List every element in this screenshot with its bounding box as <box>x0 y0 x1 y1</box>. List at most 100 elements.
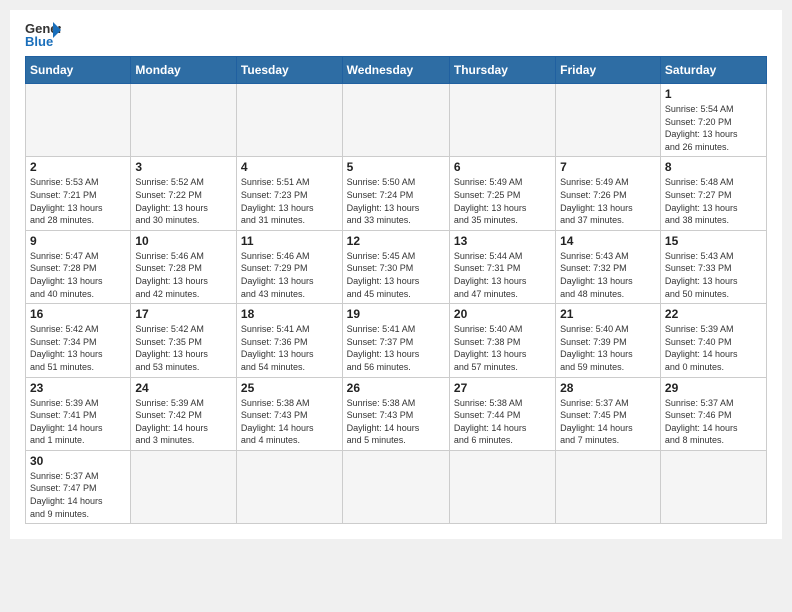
calendar-cell: 29Sunrise: 5:37 AM Sunset: 7:46 PM Dayli… <box>660 377 766 450</box>
day-info: Sunrise: 5:38 AM Sunset: 7:44 PM Dayligh… <box>454 397 551 447</box>
day-number: 4 <box>241 160 338 174</box>
day-number: 26 <box>347 381 445 395</box>
calendar-cell: 28 Sunrise: 5:37 AM Sunset: 7:45 PM Dayli… <box>556 377 661 450</box>
calendar-cell: 19 Sunrise: 5:41 AM Sunset: 7:37 PM Dayli… <box>342 304 449 377</box>
day-info: Sunrise: 5:53 AM Sunset: 7:21 PM Dayligh… <box>30 176 126 226</box>
calendar-cell: 8Sunrise: 5:48 AM Sunset: 7:27 PM Daylig… <box>660 157 766 230</box>
calendar-cell: 18 Sunrise: 5:41 AM Sunset: 7:36 PM Dayli… <box>236 304 342 377</box>
weekday-header-sunday: Sunday <box>26 57 131 84</box>
weekday-header-wednesday: Wednesday <box>342 57 449 84</box>
day-number: 7 <box>560 160 656 174</box>
calendar-cell: 27 Sunrise: 5:38 AM Sunset: 7:44 PM Dayli… <box>449 377 555 450</box>
day-info: Sunrise: 5:49 AM Sunset: 7:26 PM Dayligh… <box>560 176 656 226</box>
calendar-cell: 13 Sunrise: 5:44 AM Sunset: 7:31 PM Dayli… <box>449 230 555 303</box>
day-info: Sunrise: 5:37 AM Sunset: 7:47 PM Dayligh… <box>30 470 126 520</box>
calendar-week-3: 9Sunrise: 5:47 AM Sunset: 7:28 PM Daylig… <box>26 230 767 303</box>
calendar-week-1: 1 Sunrise: 5:54 AM Sunset: 7:20 PM Daylig… <box>26 84 767 157</box>
calendar-cell: 16 Sunrise: 5:42 AM Sunset: 7:34 PM Dayli… <box>26 304 131 377</box>
day-info: Sunrise: 5:42 AM Sunset: 7:35 PM Dayligh… <box>135 323 232 373</box>
day-number: 25 <box>241 381 338 395</box>
calendar-table: SundayMondayTuesdayWednesdayThursdayFrid… <box>25 56 767 524</box>
calendar-cell <box>26 84 131 157</box>
day-number: 21 <box>560 307 656 321</box>
day-number: 14 <box>560 234 656 248</box>
calendar-cell <box>449 84 555 157</box>
calendar-cell: 6 Sunrise: 5:49 AM Sunset: 7:25 PM Daylig… <box>449 157 555 230</box>
calendar-week-5: 23Sunrise: 5:39 AM Sunset: 7:41 PM Dayli… <box>26 377 767 450</box>
calendar-week-6: 30 Sunrise: 5:37 AM Sunset: 7:47 PM Dayli… <box>26 450 767 523</box>
calendar-cell <box>236 84 342 157</box>
logo-icon: General Blue <box>25 20 61 48</box>
day-info: Sunrise: 5:38 AM Sunset: 7:43 PM Dayligh… <box>347 397 445 447</box>
calendar-cell: 22Sunrise: 5:39 AM Sunset: 7:40 PM Dayli… <box>660 304 766 377</box>
weekday-header-thursday: Thursday <box>449 57 555 84</box>
day-info: Sunrise: 5:41 AM Sunset: 7:37 PM Dayligh… <box>347 323 445 373</box>
day-info: Sunrise: 5:37 AM Sunset: 7:46 PM Dayligh… <box>665 397 762 447</box>
calendar-cell: 20Sunrise: 5:40 AM Sunset: 7:38 PM Dayli… <box>449 304 555 377</box>
day-number: 22 <box>665 307 762 321</box>
calendar-cell <box>556 450 661 523</box>
calendar-cell: 9Sunrise: 5:47 AM Sunset: 7:28 PM Daylig… <box>26 230 131 303</box>
day-number: 5 <box>347 160 445 174</box>
weekday-header-saturday: Saturday <box>660 57 766 84</box>
calendar-cell: 14 Sunrise: 5:43 AM Sunset: 7:32 PM Dayli… <box>556 230 661 303</box>
day-info: Sunrise: 5:37 AM Sunset: 7:45 PM Dayligh… <box>560 397 656 447</box>
calendar-cell <box>342 84 449 157</box>
calendar-cell: 23Sunrise: 5:39 AM Sunset: 7:41 PM Dayli… <box>26 377 131 450</box>
calendar-cell <box>342 450 449 523</box>
day-info: Sunrise: 5:42 AM Sunset: 7:34 PM Dayligh… <box>30 323 126 373</box>
day-info: Sunrise: 5:38 AM Sunset: 7:43 PM Dayligh… <box>241 397 338 447</box>
day-info: Sunrise: 5:43 AM Sunset: 7:33 PM Dayligh… <box>665 250 762 300</box>
calendar-cell <box>556 84 661 157</box>
day-number: 28 <box>560 381 656 395</box>
page: General Blue SundayMondayTuesdayWednesda… <box>10 10 782 539</box>
weekday-header-tuesday: Tuesday <box>236 57 342 84</box>
day-info: Sunrise: 5:49 AM Sunset: 7:25 PM Dayligh… <box>454 176 551 226</box>
weekday-header-friday: Friday <box>556 57 661 84</box>
day-number: 3 <box>135 160 232 174</box>
day-info: Sunrise: 5:44 AM Sunset: 7:31 PM Dayligh… <box>454 250 551 300</box>
day-number: 18 <box>241 307 338 321</box>
day-info: Sunrise: 5:43 AM Sunset: 7:32 PM Dayligh… <box>560 250 656 300</box>
calendar-week-4: 16 Sunrise: 5:42 AM Sunset: 7:34 PM Dayli… <box>26 304 767 377</box>
day-number: 10 <box>135 234 232 248</box>
day-info: Sunrise: 5:41 AM Sunset: 7:36 PM Dayligh… <box>241 323 338 373</box>
day-info: Sunrise: 5:52 AM Sunset: 7:22 PM Dayligh… <box>135 176 232 226</box>
day-number: 13 <box>454 234 551 248</box>
calendar-cell: 24Sunrise: 5:39 AM Sunset: 7:42 PM Dayli… <box>131 377 237 450</box>
day-number: 1 <box>665 87 762 101</box>
header: General Blue <box>25 20 767 48</box>
day-number: 11 <box>241 234 338 248</box>
calendar-cell <box>660 450 766 523</box>
day-number: 6 <box>454 160 551 174</box>
day-info: Sunrise: 5:40 AM Sunset: 7:38 PM Dayligh… <box>454 323 551 373</box>
day-info: Sunrise: 5:46 AM Sunset: 7:29 PM Dayligh… <box>241 250 338 300</box>
calendar-cell <box>131 450 237 523</box>
day-info: Sunrise: 5:54 AM Sunset: 7:20 PM Dayligh… <box>665 103 762 153</box>
day-number: 15 <box>665 234 762 248</box>
day-info: Sunrise: 5:45 AM Sunset: 7:30 PM Dayligh… <box>347 250 445 300</box>
day-info: Sunrise: 5:47 AM Sunset: 7:28 PM Dayligh… <box>30 250 126 300</box>
calendar-cell <box>236 450 342 523</box>
svg-text:Blue: Blue <box>25 34 53 48</box>
day-number: 16 <box>30 307 126 321</box>
calendar-cell: 2Sunrise: 5:53 AM Sunset: 7:21 PM Daylig… <box>26 157 131 230</box>
calendar-cell: 4 Sunrise: 5:51 AM Sunset: 7:23 PM Daylig… <box>236 157 342 230</box>
day-number: 23 <box>30 381 126 395</box>
calendar-cell: 21Sunrise: 5:40 AM Sunset: 7:39 PM Dayli… <box>556 304 661 377</box>
calendar-cell <box>449 450 555 523</box>
calendar-cell: 26 Sunrise: 5:38 AM Sunset: 7:43 PM Dayli… <box>342 377 449 450</box>
calendar-cell: 10Sunrise: 5:46 AM Sunset: 7:28 PM Dayli… <box>131 230 237 303</box>
day-info: Sunrise: 5:50 AM Sunset: 7:24 PM Dayligh… <box>347 176 445 226</box>
calendar-week-2: 2Sunrise: 5:53 AM Sunset: 7:21 PM Daylig… <box>26 157 767 230</box>
calendar-cell: 11 Sunrise: 5:46 AM Sunset: 7:29 PM Dayli… <box>236 230 342 303</box>
day-info: Sunrise: 5:51 AM Sunset: 7:23 PM Dayligh… <box>241 176 338 226</box>
day-number: 27 <box>454 381 551 395</box>
calendar-cell: 17Sunrise: 5:42 AM Sunset: 7:35 PM Dayli… <box>131 304 237 377</box>
day-number: 30 <box>30 454 126 468</box>
day-number: 8 <box>665 160 762 174</box>
day-number: 12 <box>347 234 445 248</box>
day-number: 24 <box>135 381 232 395</box>
calendar-cell: 30 Sunrise: 5:37 AM Sunset: 7:47 PM Dayli… <box>26 450 131 523</box>
day-number: 19 <box>347 307 445 321</box>
